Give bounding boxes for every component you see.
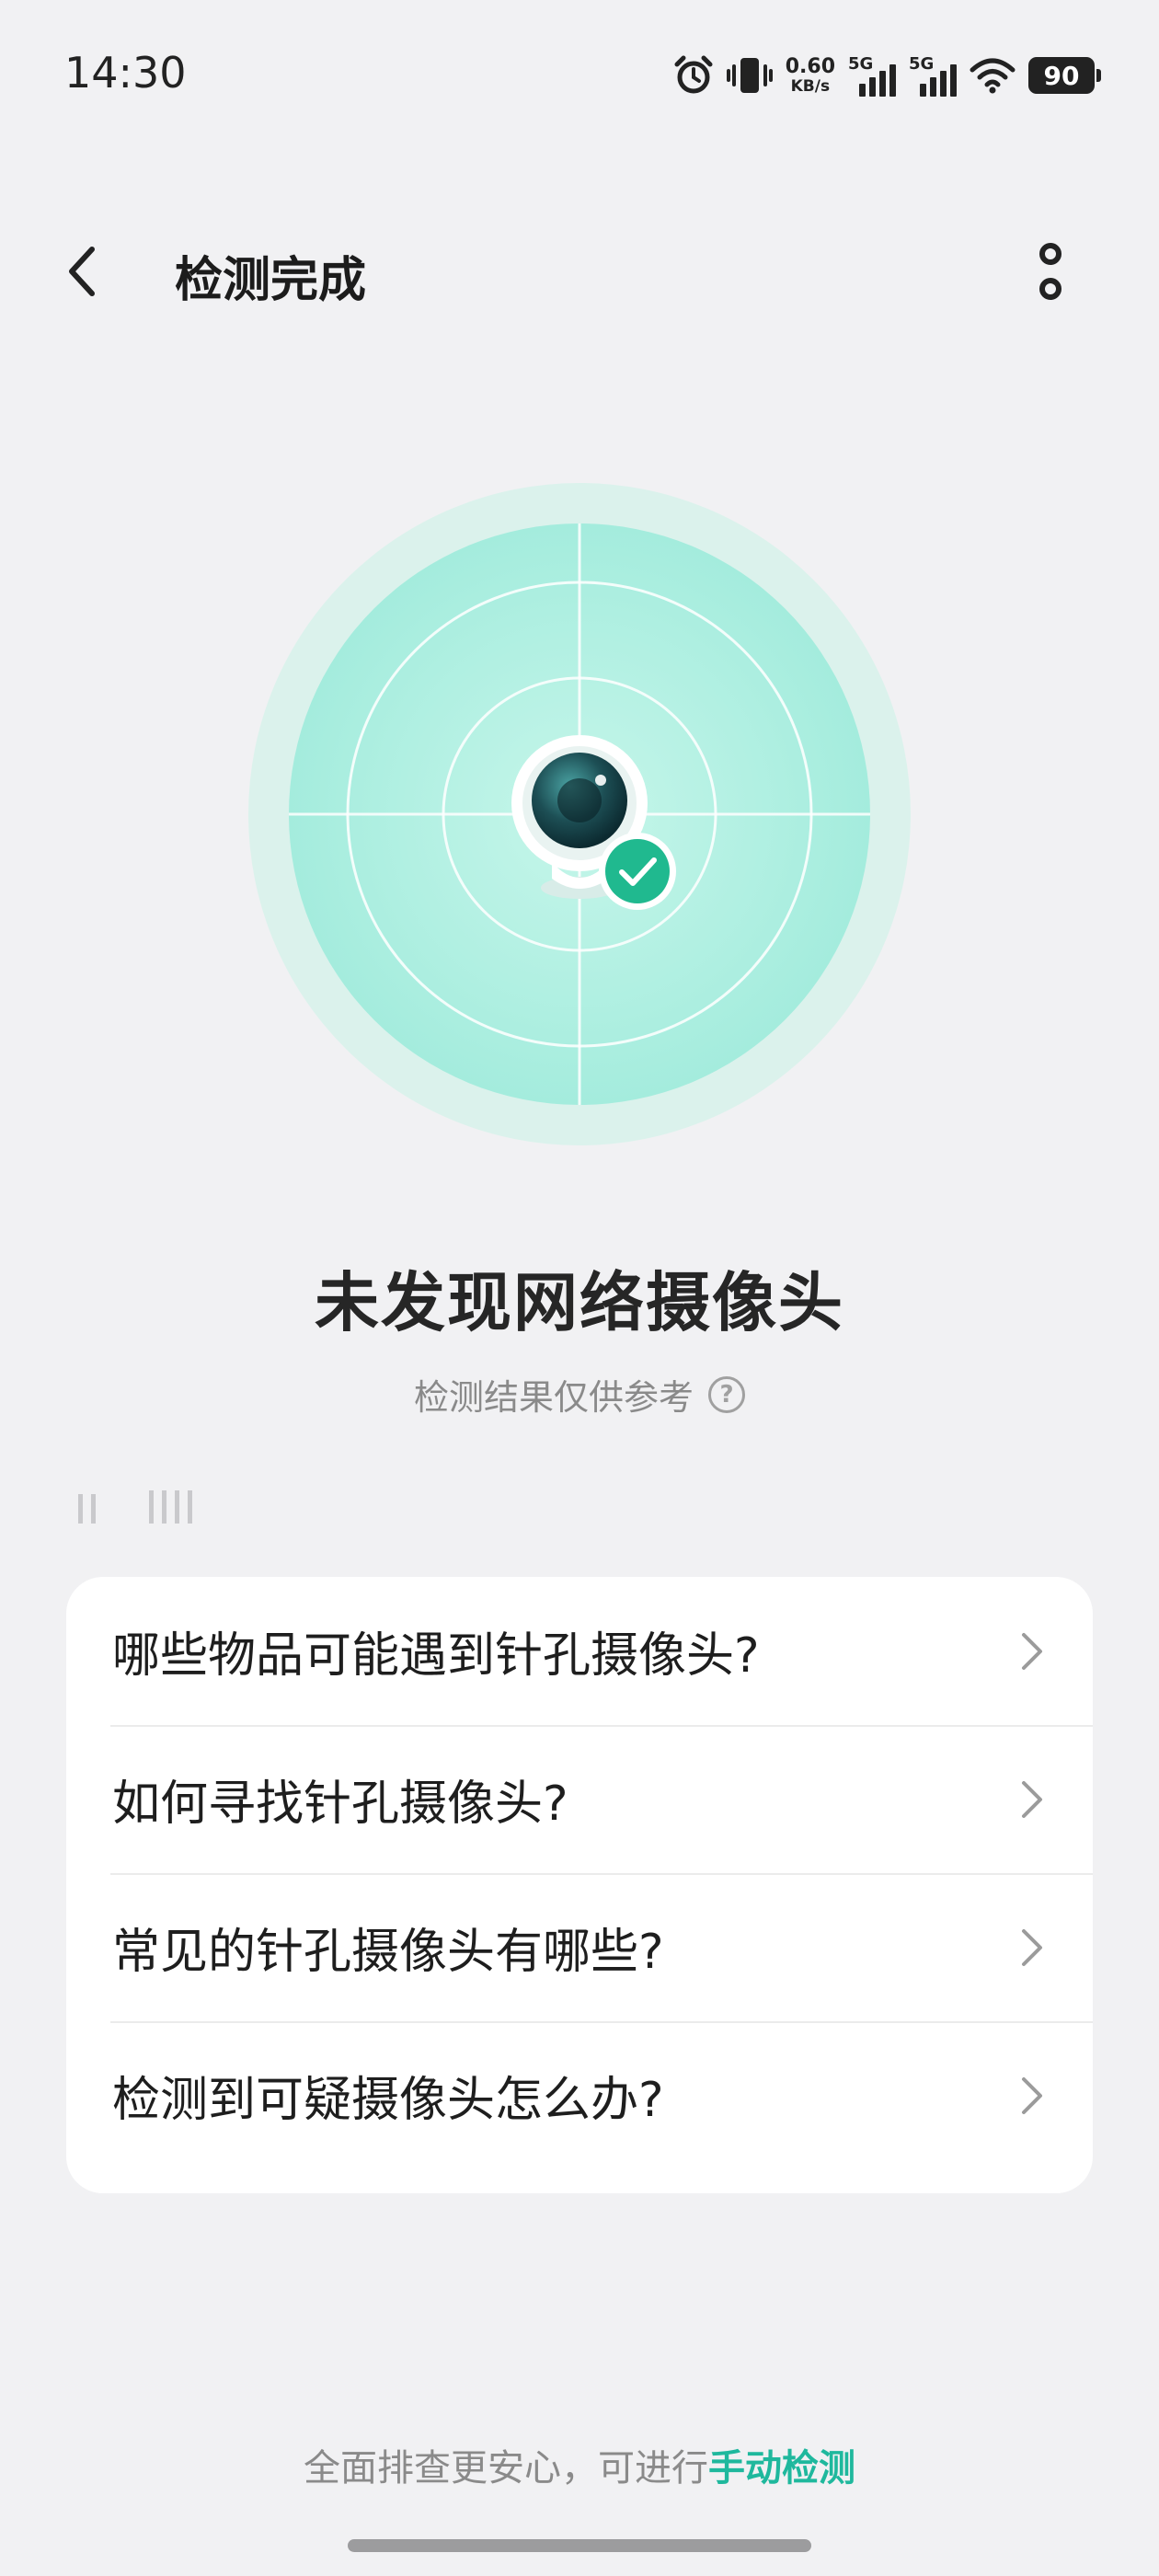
camera-radar-icon <box>248 483 911 1145</box>
faq-item-label: 常见的针孔摄像头有哪些? <box>112 1925 664 1980</box>
status-bar: 14:30 0.60 KB/s 5G 5G 90 <box>0 0 1159 147</box>
result-title: 未发现网络摄像头 <box>315 1265 844 1340</box>
home-indicator[interactable] <box>348 2539 811 2552</box>
network-speed-unit: KB/s <box>790 76 831 96</box>
more-options-button[interactable] <box>1025 235 1076 308</box>
status-time: 14:30 <box>64 48 187 98</box>
back-arrow-icon <box>69 247 95 296</box>
vibrate-icon <box>726 58 773 93</box>
faded-decoration <box>78 1490 192 1524</box>
footer-note: 全面排查更安心，可进行手动检测 <box>0 2438 1159 2491</box>
result-subtitle: 检测结果仅供参考 <box>413 1377 694 1418</box>
battery-level: 90 <box>1043 60 1080 91</box>
faq-item[interactable]: 检测到可疑摄像头怎么办? <box>66 2021 1093 2169</box>
more-icon <box>1039 243 1061 265</box>
chevron-right-icon <box>1022 2076 1042 2114</box>
battery-icon: 90 <box>1028 57 1101 94</box>
faq-item[interactable]: 常见的针孔摄像头有哪些? <box>66 1873 1093 2021</box>
chevron-right-icon <box>1022 1632 1042 1670</box>
alarm-icon <box>674 55 713 94</box>
chevron-right-icon <box>1022 1928 1042 1966</box>
chevron-right-icon <box>1022 1780 1042 1818</box>
signal-icon: 5G <box>909 54 957 97</box>
signal-icon: 5G <box>848 54 896 97</box>
detection-complete-screen: 14:30 0.60 KB/s 5G 5G 90 检测完成 未发现网络摄像头 检… <box>0 0 1159 2576</box>
faq-item[interactable]: 如何寻找针孔摄像头? <box>66 1725 1093 1873</box>
faq-item-label: 检测到可疑摄像头怎么办? <box>112 2073 664 2128</box>
network-speed: 0.60 KB/s <box>785 54 835 96</box>
back-button[interactable] <box>64 235 120 308</box>
faq-item-label: 哪些物品可能遇到针孔摄像头? <box>112 1628 760 1684</box>
faq-item-label: 如何寻找针孔摄像头? <box>112 1777 568 1832</box>
help-icon[interactable]: ? <box>708 1375 745 1413</box>
status-icons: 0.60 KB/s 5G 5G 90 <box>673 48 1101 103</box>
footer-note-text: 全面排查更安心，可进行 <box>304 2447 708 2490</box>
manual-detection-link[interactable]: 手动检测 <box>708 2447 855 2490</box>
result-subtitle-row: 检测结果仅供参考 ? <box>0 1369 1159 1420</box>
faq-card: 哪些物品可能遇到针孔摄像头? 如何寻找针孔摄像头? 常见的针孔摄像头有哪些? 检… <box>66 1577 1093 2193</box>
page-title: 检测完成 <box>175 253 367 308</box>
faq-item[interactable]: 哪些物品可能遇到针孔摄像头? <box>66 1577 1093 1725</box>
wifi-icon <box>970 58 1016 94</box>
network-speed-value: 0.60 <box>785 54 835 78</box>
